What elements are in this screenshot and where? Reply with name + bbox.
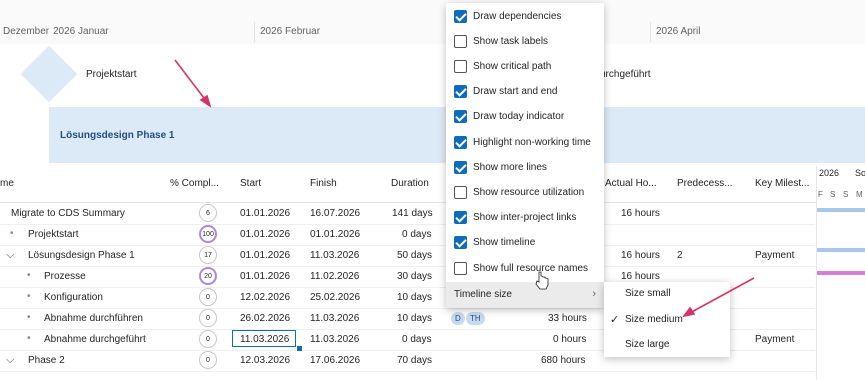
annotation-overlay	[174, 59, 755, 318]
annotation-arrow	[174, 59, 212, 108]
hand-cursor-icon	[535, 271, 549, 290]
annotation-arrow	[682, 277, 755, 318]
